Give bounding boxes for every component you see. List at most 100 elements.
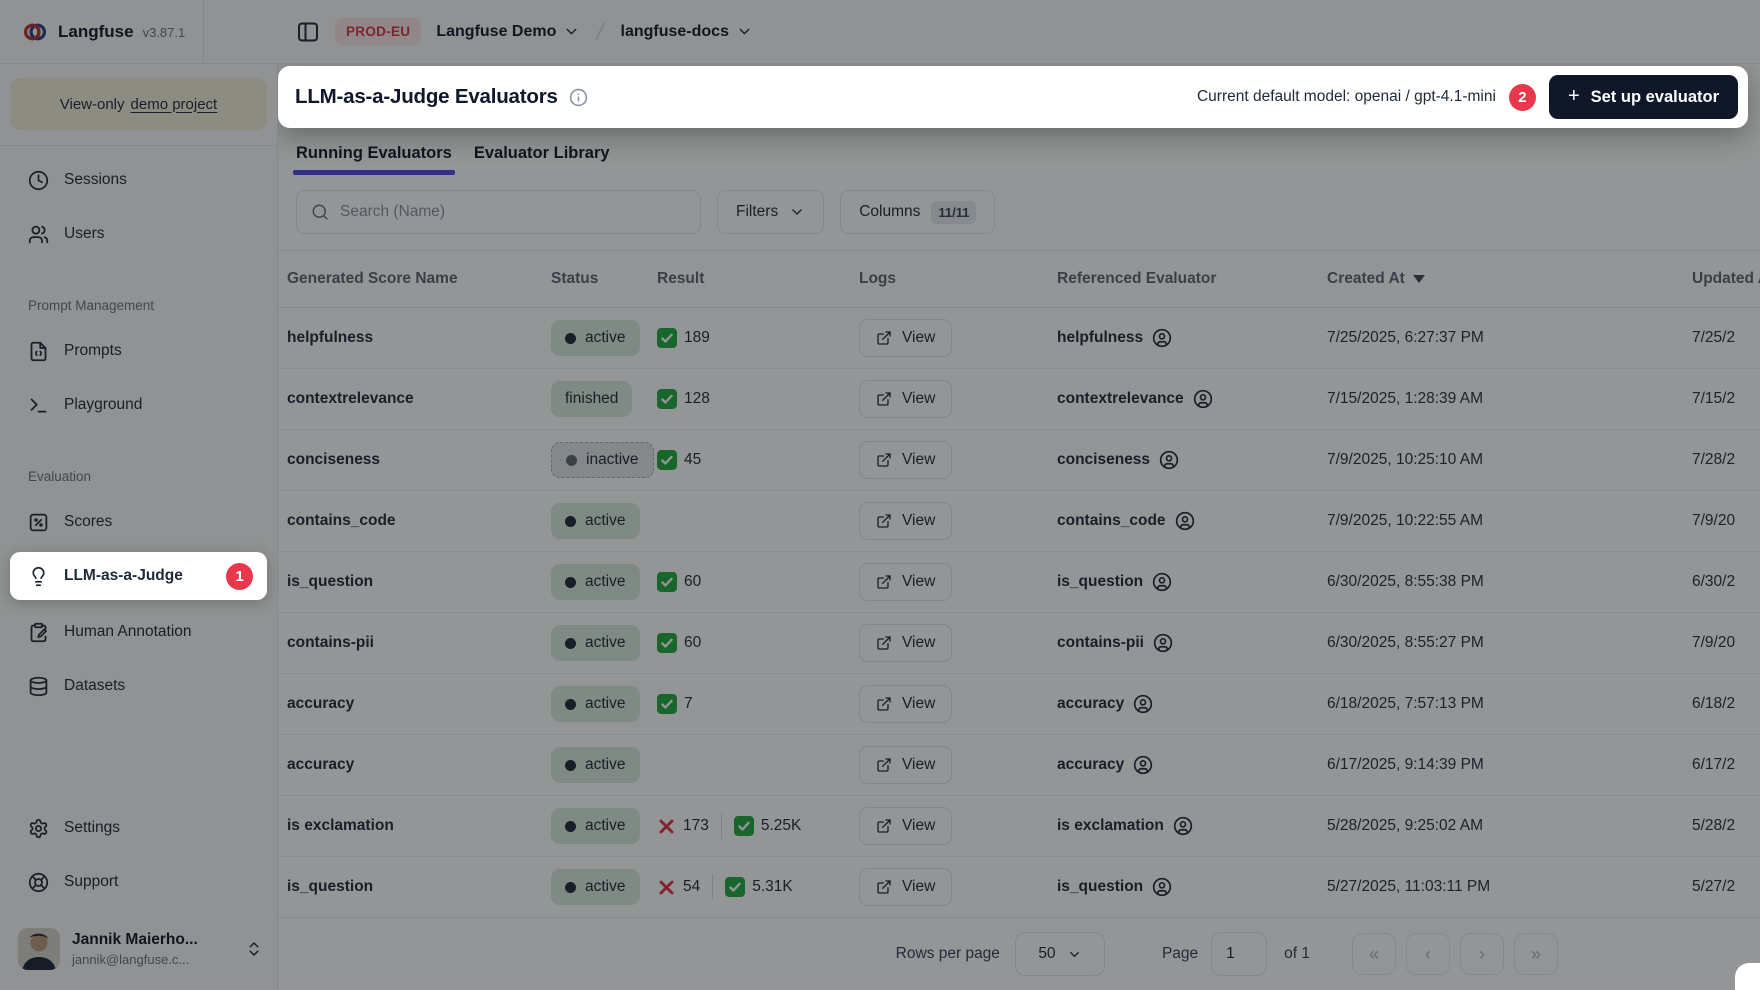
status-label: active bbox=[585, 329, 626, 347]
view-logs-button[interactable]: View bbox=[859, 807, 952, 845]
score-name: is_question bbox=[287, 878, 551, 896]
view-logs-button[interactable]: View bbox=[859, 380, 952, 418]
view-logs-button[interactable]: View bbox=[859, 624, 952, 662]
view-logs-button[interactable]: View bbox=[859, 746, 952, 784]
tab-running-evaluators[interactable]: Running Evaluators bbox=[296, 144, 452, 175]
previous-page-button[interactable]: ‹ bbox=[1406, 933, 1450, 975]
status-badge: active bbox=[551, 503, 640, 539]
sidebar-item-human-annotation[interactable]: Human Annotation bbox=[10, 612, 267, 652]
table-row[interactable]: is_question active 60 View is_question bbox=[278, 552, 1760, 613]
sidebar-item-sessions[interactable]: Sessions bbox=[10, 160, 267, 200]
filters-button[interactable]: Filters bbox=[717, 190, 824, 234]
created-at-cell: 6/30/2025, 8:55:38 PM bbox=[1327, 573, 1692, 591]
file-icon bbox=[28, 341, 49, 362]
tab-evaluator-library[interactable]: Evaluator Library bbox=[474, 144, 610, 175]
view-logs-button[interactable]: View bbox=[859, 441, 952, 479]
chevrons-up-down-icon bbox=[245, 940, 263, 958]
status-cell: inactive bbox=[551, 442, 657, 478]
search-box[interactable] bbox=[296, 190, 701, 234]
user-menu[interactable]: Jannik Maierho... jannik@langfuse.c... bbox=[10, 928, 267, 970]
user-circle-icon bbox=[1133, 755, 1153, 775]
column-header-name: Generated Score Name bbox=[287, 270, 551, 288]
score-name: accuracy bbox=[287, 695, 551, 713]
view-logs-button[interactable]: View bbox=[859, 319, 952, 357]
columns-button[interactable]: Columns 11/11 bbox=[840, 190, 995, 234]
sidebar-item-llm-as-a-judge[interactable]: LLM-as-a-Judge 1 bbox=[10, 552, 267, 600]
pass-count: 189 bbox=[657, 328, 710, 348]
sidebar-item-settings[interactable]: Settings bbox=[10, 808, 267, 848]
org-dropdown[interactable]: Langfuse Demo bbox=[436, 23, 580, 41]
updated-at-cell: 7/15/2 bbox=[1692, 390, 1760, 408]
status-badge: inactive bbox=[551, 442, 654, 478]
table-row[interactable]: contains_code active View contains_code … bbox=[278, 491, 1760, 552]
next-page-button[interactable]: › bbox=[1460, 933, 1504, 975]
project-dropdown[interactable]: langfuse-docs bbox=[621, 23, 753, 41]
environment-badge[interactable]: PROD-EU bbox=[335, 18, 421, 45]
sidebar-item-playground[interactable]: Playground bbox=[10, 385, 267, 425]
status-dot-icon bbox=[565, 638, 576, 649]
table-row[interactable]: contains-pii active 60 View contains-pii bbox=[278, 613, 1760, 674]
table-row[interactable]: conciseness inactive 45 View conciseness bbox=[278, 430, 1760, 491]
score-name: contextrelevance bbox=[287, 390, 551, 408]
status-badge: active bbox=[551, 869, 640, 905]
view-logs-button[interactable]: View bbox=[859, 502, 952, 540]
view-logs-button[interactable]: View bbox=[859, 868, 952, 906]
last-page-button[interactable]: » bbox=[1514, 933, 1558, 975]
demo-project-link[interactable]: demo project bbox=[131, 96, 218, 113]
rows-per-page-select[interactable]: 50 bbox=[1015, 932, 1105, 976]
view-only-banner: View-only demo project bbox=[10, 78, 267, 130]
logs-cell: View bbox=[859, 563, 1057, 601]
toolbar: Filters Columns 11/11 bbox=[278, 190, 1760, 234]
external-link-icon bbox=[876, 391, 892, 407]
view-label: View bbox=[902, 878, 935, 896]
table-row[interactable]: is_question active 54 5.31K View bbox=[278, 857, 1760, 918]
evaluator-name: contains-pii bbox=[1057, 634, 1144, 652]
sidebar-item-label: Support bbox=[64, 873, 118, 891]
search-input[interactable] bbox=[340, 203, 686, 221]
sidebar-item-prompts[interactable]: Prompts bbox=[10, 331, 267, 371]
status-dot-icon bbox=[565, 577, 576, 588]
view-logs-button[interactable]: View bbox=[859, 563, 952, 601]
referenced-evaluator-cell: accuracy bbox=[1057, 694, 1327, 714]
sidebar-item-scores[interactable]: Scores bbox=[10, 502, 267, 542]
table-row[interactable]: helpfulness active 189 View helpfulness bbox=[278, 308, 1760, 369]
terminal-icon bbox=[28, 395, 49, 416]
sidebar-toggle-icon[interactable] bbox=[296, 20, 320, 44]
pass-count-value: 45 bbox=[684, 451, 701, 469]
updated-at-cell: 6/30/2 bbox=[1692, 573, 1760, 591]
page-label: Page bbox=[1162, 945, 1198, 963]
widget-corner bbox=[1735, 963, 1760, 990]
columns-count-badge: 11/11 bbox=[931, 201, 976, 224]
status-dot-icon bbox=[566, 455, 577, 466]
view-logs-button[interactable]: View bbox=[859, 685, 952, 723]
table-row[interactable]: contextrelevance finished 128 View conte… bbox=[278, 369, 1760, 430]
view-only-label: View-only bbox=[60, 96, 125, 113]
sidebar-item-datasets[interactable]: Datasets bbox=[10, 666, 267, 706]
updated-at-cell: 7/9/20 bbox=[1692, 634, 1760, 652]
table-row[interactable]: accuracy active 7 View accuracy 6/18 bbox=[278, 674, 1760, 735]
updated-at-cell: 5/27/2 bbox=[1692, 878, 1760, 896]
column-header-created[interactable]: Created At bbox=[1327, 270, 1692, 288]
sidebar-item-support[interactable]: Support bbox=[10, 862, 267, 902]
referenced-evaluator-cell: contains_code bbox=[1057, 511, 1327, 531]
page-count-label: of 1 bbox=[1284, 945, 1310, 963]
pass-count-value: 60 bbox=[684, 634, 701, 652]
page-number-input[interactable] bbox=[1211, 932, 1267, 976]
status-dot-icon bbox=[565, 821, 576, 832]
info-icon[interactable] bbox=[569, 88, 588, 107]
fail-count-value: 173 bbox=[683, 817, 709, 835]
table-row[interactable]: accuracy active View accuracy 6/17/2025,… bbox=[278, 735, 1760, 796]
user-circle-icon bbox=[1152, 572, 1172, 592]
fail-count: 173 bbox=[657, 817, 709, 836]
sidebar-item-users[interactable]: Users bbox=[10, 214, 267, 254]
sidebar-item-label: Users bbox=[64, 225, 104, 243]
status-cell: finished bbox=[551, 381, 657, 417]
first-page-button[interactable]: « bbox=[1352, 933, 1396, 975]
user-circle-icon bbox=[1175, 511, 1195, 531]
pass-check-icon bbox=[657, 389, 677, 409]
table-row[interactable]: is exclamation active 173 5.25K View bbox=[278, 796, 1760, 857]
pass-count-value: 128 bbox=[684, 390, 710, 408]
view-label: View bbox=[902, 451, 935, 469]
spacer bbox=[10, 706, 267, 794]
set-up-evaluator-button[interactable]: + Set up evaluator bbox=[1549, 75, 1738, 119]
